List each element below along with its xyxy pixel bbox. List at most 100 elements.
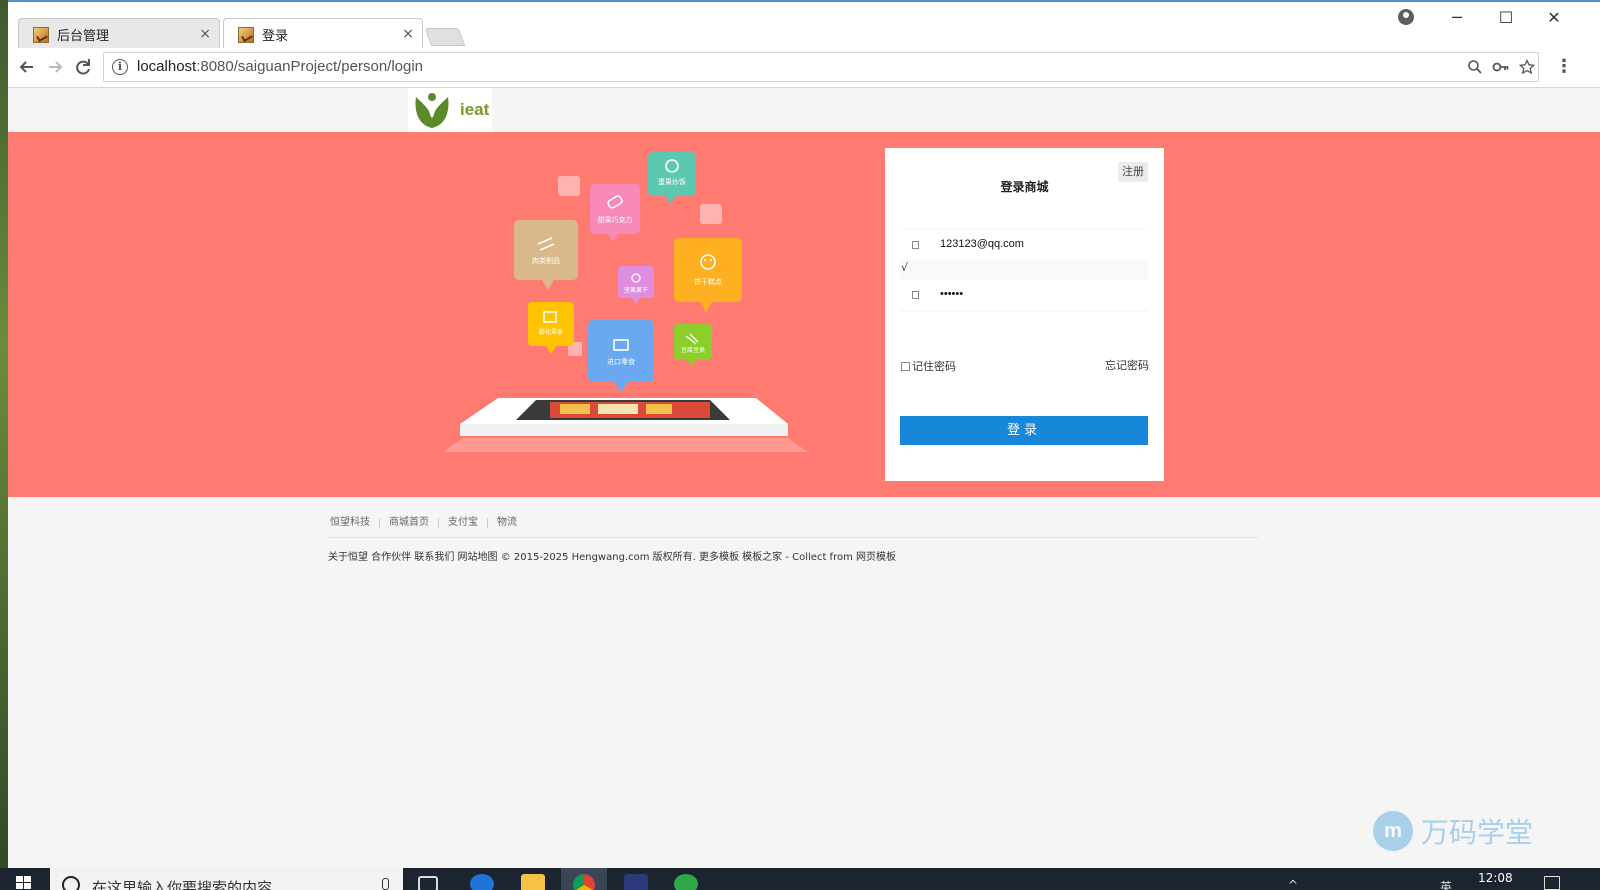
tablet-screen-product (646, 404, 672, 414)
logo-text: ieat (460, 100, 490, 119)
category-bubble (590, 184, 640, 234)
tab-login[interactable]: 登录 × (223, 18, 423, 50)
bubble-label: 坚果果干 (624, 286, 648, 294)
reload-icon (76, 59, 90, 75)
footer-link[interactable]: 物流 (487, 518, 526, 528)
new-tab-button[interactable] (424, 28, 466, 46)
site-header: ieat (8, 88, 1600, 132)
password-field[interactable]: •••••• (900, 280, 1148, 310)
chrome-icon (573, 874, 595, 890)
tab-bar: 后台管理 × 登录 × ─ ☐ ✕ (8, 0, 1600, 50)
back-button[interactable] (16, 56, 38, 78)
zoom-icon[interactable] (1466, 59, 1484, 77)
leaf-logo-icon (415, 93, 449, 128)
bubble-label: 进口零食 (607, 357, 635, 366)
remember-password[interactable]: 记住密码 (901, 358, 956, 374)
watermark: m 万码学堂 (1373, 811, 1533, 851)
taskbar-clock[interactable]: 12:08 (1478, 871, 1513, 885)
bubble-label: 蛋果炒饭 (658, 177, 686, 186)
pen-app-icon[interactable] (624, 874, 648, 890)
task-view-icon[interactable] (418, 876, 438, 890)
email-valid-mark: √ (901, 261, 909, 274)
chat-bubble-decor (700, 204, 722, 224)
file-explorer-icon[interactable] (521, 874, 545, 890)
microphone-icon[interactable] (382, 878, 389, 890)
site-logo[interactable]: ieat (408, 88, 492, 132)
lock-icon (912, 291, 919, 299)
shopping-illustration: 蛋果炒饭 甜果巧克力 肉类制品 坚果果干 饼干糕点 膨化零食 进口零食 豆腐豆类 (443, 152, 808, 452)
browser-window: 后台管理 × 登录 × ─ ☐ ✕ i localhost:8080/saigu… (8, 0, 1600, 868)
footer-link[interactable]: 支付宝 (438, 518, 487, 528)
bubble-label: 豆腐豆类 (681, 346, 705, 354)
close-window-button[interactable]: ✕ (1542, 8, 1566, 27)
email-field[interactable]: 123123@qq.com (900, 230, 1148, 260)
desktop-background (0, 0, 8, 868)
bubble-label: 饼干糕点 (694, 277, 722, 286)
footer-link[interactable]: 恒望科技 (330, 518, 379, 528)
tablet-screen-product (560, 404, 590, 414)
url-text: localhost:8080/saiguanProject/person/log… (137, 58, 423, 75)
windows-start-icon[interactable] (16, 876, 32, 890)
tray-chevron-icon[interactable]: ^ (1288, 878, 1298, 890)
edge-browser-icon[interactable] (470, 874, 494, 890)
login-button[interactable]: 登录 (900, 416, 1148, 445)
forgot-password-link[interactable]: 忘记密码 (1105, 357, 1149, 373)
user-icon (912, 241, 919, 249)
password-value: •••••• (940, 288, 964, 300)
cortana-icon (62, 876, 80, 890)
minimize-button[interactable]: ─ (1445, 8, 1469, 27)
footer-divider (328, 537, 1258, 538)
tab-label: 后台管理 (57, 29, 110, 44)
remember-checkbox[interactable] (901, 361, 910, 371)
watermark-logo-icon: m (1373, 811, 1413, 851)
remember-label: 记住密码 (912, 360, 956, 373)
category-bubble (528, 302, 574, 346)
tab-label: 登录 (262, 29, 289, 44)
site-info-icon[interactable]: i (112, 59, 128, 75)
bubble-label: 甜果巧克力 (598, 215, 633, 224)
illustration-shadow (443, 438, 808, 452)
tablet-edge (460, 424, 788, 436)
bubble-label: 膨化零食 (539, 328, 563, 336)
forward-arrow-icon (49, 61, 63, 73)
browser-menu-icon[interactable]: ⋮ (1555, 56, 1573, 77)
footer-links: 恒望科技 商城首页 支付宝 物流 (330, 518, 526, 528)
taskbar: 在这里输入你要搜索的内容 ^ 英 12:08 (0, 868, 1600, 890)
bookmark-star-icon[interactable] (1518, 58, 1536, 77)
category-bubble (514, 220, 578, 280)
reload-button[interactable] (72, 56, 94, 78)
bubble-label: 肉类制品 (532, 256, 560, 265)
key-icon[interactable] (1492, 59, 1510, 77)
category-bubble (674, 238, 742, 302)
notification-center-icon[interactable] (1544, 876, 1560, 890)
tablet-screen-product (598, 404, 638, 414)
page-favicon-icon (33, 26, 49, 43)
maximize-button[interactable]: ☐ (1494, 8, 1518, 27)
category-bubble (648, 152, 696, 196)
url-path: :8080/saiguanProject/person/login (196, 58, 424, 75)
footer-copyright: 关于恒望 合作伙伴 联系我们 网站地图 © 2015-2025 Hengwang… (328, 552, 897, 563)
watermark-text: 万码学堂 (1421, 816, 1534, 849)
email-value: 123123@qq.com (940, 238, 1024, 250)
close-tab-icon[interactable]: × (199, 26, 211, 42)
forward-button[interactable] (44, 56, 66, 78)
footer-link[interactable]: 商城首页 (379, 518, 438, 528)
web-page: ieat 蛋果炒饭 甜果巧克力 肉类制品 坚果果干 饼干糕点 膨化零食 进口零食… (8, 88, 1600, 868)
login-banner: 蛋果炒饭 甜果巧克力 肉类制品 坚果果干 饼干糕点 膨化零食 进口零食 豆腐豆类… (8, 132, 1600, 497)
back-arrow-icon (19, 61, 33, 73)
chat-bubble-decor (558, 176, 580, 196)
taskbar-search[interactable]: 在这里输入你要搜索的内容 (50, 868, 403, 890)
url-host: localhost (137, 58, 197, 75)
user-account-icon[interactable] (1398, 9, 1414, 25)
ime-indicator[interactable]: 英 (1440, 878, 1452, 890)
category-bubble (588, 320, 654, 382)
browser-toolbar: i localhost:8080/saiguanProject/person/l… (8, 48, 1600, 88)
tab-admin[interactable]: 后台管理 × (18, 18, 220, 50)
login-title: 登录商城 (1000, 180, 1049, 194)
page-favicon-icon (238, 26, 254, 43)
address-bar[interactable]: i localhost:8080/saiguanProject/person/l… (103, 52, 1539, 82)
chrome-taskbar-button[interactable] (561, 868, 607, 890)
close-tab-icon[interactable]: × (402, 26, 414, 42)
search-placeholder: 在这里输入你要搜索的内容 (92, 879, 273, 890)
hs-app-icon[interactable] (674, 874, 698, 890)
